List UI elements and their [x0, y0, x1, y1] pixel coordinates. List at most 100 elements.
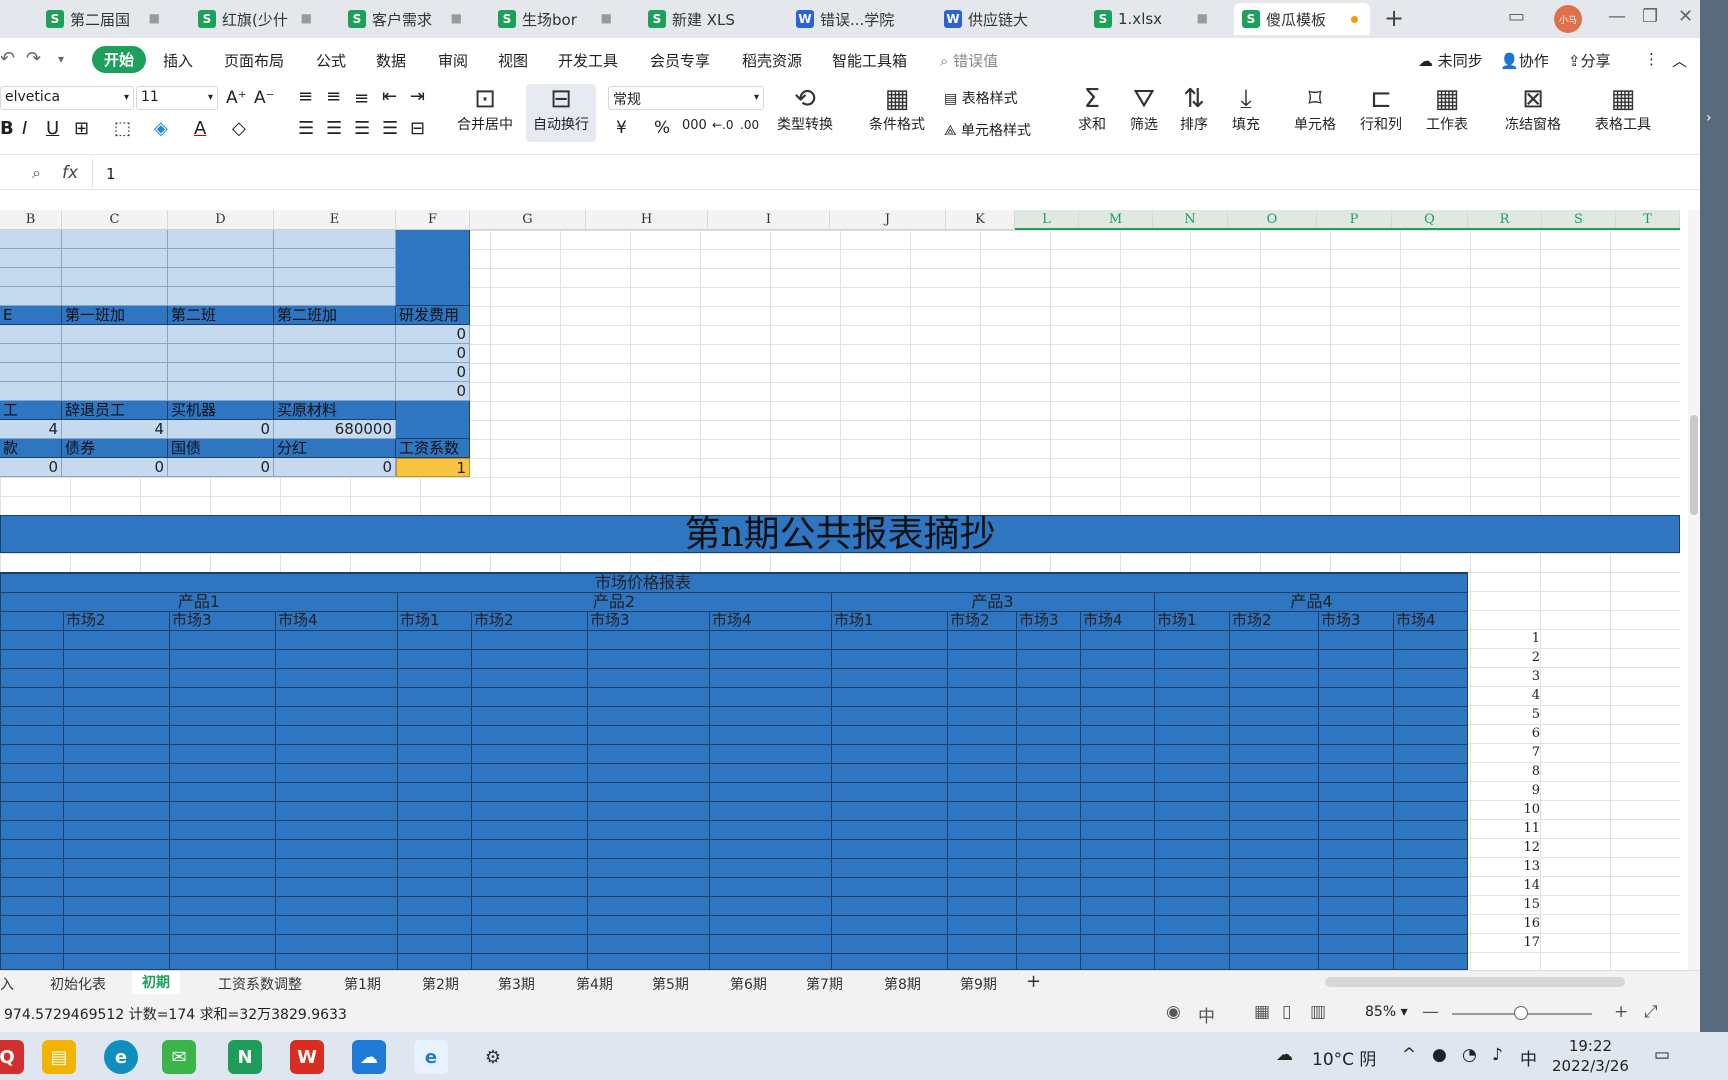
weather-icon[interactable]: ☁: [1276, 1045, 1293, 1065]
zoom-in-icon[interactable]: +: [1614, 1002, 1628, 1022]
cell[interactable]: 款: [0, 439, 62, 458]
menu-resources[interactable]: 稻壳资源: [742, 50, 802, 71]
cell[interactable]: [0, 268, 62, 287]
doc-tab-active[interactable]: S 傻瓜模板: [1234, 3, 1370, 35]
vertical-scrollbar[interactable]: [1688, 210, 1700, 970]
cell[interactable]: 4: [62, 420, 168, 439]
justify-icon[interactable]: ☰: [382, 118, 398, 139]
cell[interactable]: 0: [168, 458, 274, 477]
filter-button[interactable]: ⛛ 筛选: [1120, 84, 1168, 134]
sync-button[interactable]: ☁ 未同步: [1418, 50, 1483, 71]
menu-data[interactable]: 数据: [376, 50, 406, 71]
align-bottom-icon[interactable]: ≡: [354, 88, 369, 109]
cell[interactable]: 0: [168, 420, 274, 439]
cell[interactable]: 工资系数: [396, 439, 470, 458]
page-layout-view-icon[interactable]: ▯: [1282, 1002, 1291, 1022]
cell[interactable]: 4: [0, 420, 62, 439]
cell[interactable]: [62, 363, 168, 382]
cell[interactable]: 0: [0, 458, 62, 477]
notification-icon[interactable]: ▭: [1654, 1045, 1670, 1065]
sort-button[interactable]: ⇅ 排序: [1170, 84, 1218, 134]
window-manage-icon[interactable]: ▭: [1508, 6, 1525, 27]
cell[interactable]: [62, 268, 168, 287]
close-icon[interactable]: ■: [601, 11, 612, 25]
col-header[interactable]: Q: [1392, 210, 1468, 230]
more-icon[interactable]: ⋮: [1644, 50, 1659, 68]
sum-button[interactable]: Σ 求和: [1068, 84, 1116, 134]
selected-cell[interactable]: 1: [396, 458, 470, 477]
cell[interactable]: 0: [62, 458, 168, 477]
cell[interactable]: [274, 363, 396, 382]
quick-access-more-icon[interactable]: ▾: [58, 52, 64, 66]
font-size-select[interactable]: 11 ▾: [136, 86, 218, 110]
market-header[interactable]: 市场2: [63, 611, 106, 630]
cell[interactable]: [168, 249, 274, 268]
italic-icon[interactable]: I: [22, 118, 27, 139]
row-index-value[interactable]: 5: [1480, 705, 1540, 724]
volume-icon[interactable]: ♪: [1492, 1045, 1503, 1065]
network-icon[interactable]: ◔: [1462, 1045, 1477, 1065]
col-header[interactable]: K: [946, 210, 1015, 230]
language-icon[interactable]: 中: [1198, 1002, 1215, 1027]
close-icon[interactable]: ■: [451, 11, 462, 25]
row-index-value[interactable]: 7: [1480, 743, 1540, 762]
sheet-tab[interactable]: 第5期: [652, 974, 689, 994]
col-header[interactable]: G: [470, 210, 586, 230]
percent-icon[interactable]: %: [654, 118, 670, 138]
sheet-tab[interactable]: 工资系数调整: [218, 974, 302, 994]
sheet-tab[interactable]: 第9期: [960, 974, 997, 994]
fill-color-icon[interactable]: ◈: [154, 118, 168, 139]
col-header[interactable]: S: [1542, 210, 1616, 230]
bold-icon[interactable]: B: [0, 118, 14, 139]
col-header[interactable]: R: [1468, 210, 1542, 230]
market-header[interactable]: 市场2: [471, 611, 514, 630]
col-header[interactable]: T: [1616, 210, 1680, 230]
cell[interactable]: 分红: [274, 439, 396, 458]
col-header[interactable]: C: [62, 210, 168, 230]
app-n-icon[interactable]: N: [228, 1040, 262, 1074]
distribute-icon[interactable]: ⊟: [410, 118, 425, 139]
menu-start[interactable]: 开始: [92, 46, 147, 73]
doc-tab-4[interactable]: S 生场bor ■: [490, 3, 620, 35]
sheet-tab[interactable]: 初始化表: [50, 974, 106, 994]
cell[interactable]: [274, 249, 396, 268]
cell[interactable]: [168, 287, 274, 306]
close-window-icon[interactable]: ✕: [1678, 6, 1693, 27]
row-index-value[interactable]: 17: [1480, 933, 1540, 952]
doc-tab-1[interactable]: S 第二届国 ■: [38, 3, 168, 35]
row-index-value[interactable]: 12: [1480, 838, 1540, 857]
table-tools-button[interactable]: ▦ 表格工具: [1586, 84, 1660, 134]
col-header[interactable]: P: [1317, 210, 1392, 230]
zoom-slider-handle[interactable]: [1514, 1006, 1528, 1020]
cell[interactable]: [168, 230, 274, 249]
col-header[interactable]: B: [0, 210, 62, 230]
market-header[interactable]: 市场2: [1229, 611, 1272, 630]
menu-page-layout[interactable]: 页面布局: [224, 50, 284, 71]
increase-font-icon[interactable]: A⁺: [226, 88, 247, 108]
row-index-value[interactable]: 3: [1480, 667, 1540, 686]
file-explorer-icon[interactable]: ▤: [42, 1040, 76, 1074]
cell-button[interactable]: ⌑ 单元格: [1284, 84, 1346, 134]
decrease-decimal-icon[interactable]: .00: [740, 118, 759, 132]
ie-browser-icon[interactable]: e: [414, 1040, 448, 1074]
cell[interactable]: [62, 287, 168, 306]
collapse-ribbon-icon[interactable]: ︿: [1672, 50, 1687, 71]
row-index-value[interactable]: 14: [1480, 876, 1540, 895]
row-index-value[interactable]: 6: [1480, 724, 1540, 743]
doc-tab-5[interactable]: S 新建 XLS: [640, 3, 770, 35]
market-header[interactable]: 市场1: [1154, 611, 1197, 630]
tray-up-icon[interactable]: ^: [1402, 1045, 1416, 1065]
search-input[interactable]: ⌕ 错误值: [940, 50, 998, 71]
doc-tab-6[interactable]: W 错误...学院: [788, 3, 918, 35]
cell[interactable]: [168, 344, 274, 363]
menu-developer[interactable]: 开发工具: [558, 50, 618, 71]
cell[interactable]: [274, 344, 396, 363]
cell[interactable]: 第一班加: [62, 306, 168, 325]
currency-icon[interactable]: ¥: [616, 118, 627, 138]
cell[interactable]: 0: [274, 458, 396, 477]
market-header[interactable]: 市场3: [1016, 611, 1059, 630]
row-index-value[interactable]: 16: [1480, 914, 1540, 933]
font-color-icon[interactable]: A: [194, 118, 206, 139]
undo-icon[interactable]: ↶: [0, 48, 15, 69]
table-style-button[interactable]: ▤ 表格样式: [944, 88, 1018, 108]
